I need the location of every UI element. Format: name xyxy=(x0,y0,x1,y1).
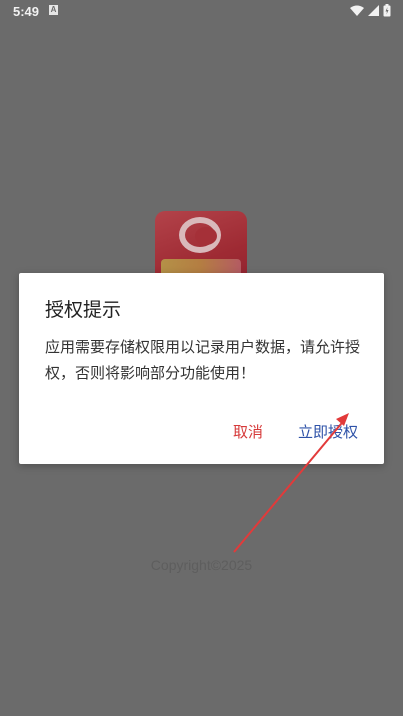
status-bar: 5:49 A xyxy=(0,0,403,24)
status-icons xyxy=(350,4,391,17)
cancel-button[interactable]: 取消 xyxy=(233,419,263,444)
permission-dialog: 授权提示 应用需要存储权限用以记录用户数据，请允许授权，否则将影响部分功能使用！… xyxy=(19,273,384,464)
status-time: 5:49 xyxy=(13,4,40,19)
grant-permission-button[interactable]: 立即授权 xyxy=(298,419,358,444)
wifi-icon xyxy=(350,5,364,16)
notification-a-icon: A xyxy=(49,5,58,15)
screen: 5:49 A Copyright©2025 授权提示 应用需要存储权限用以记录用… xyxy=(0,0,403,716)
logo-ring-cut xyxy=(195,227,217,245)
dialog-title: 授权提示 xyxy=(45,299,122,321)
signal-icon xyxy=(368,5,379,16)
copyright-text: Copyright©2025 xyxy=(150,557,253,573)
dialog-message: 应用需要存储权限用以记录用户数据，请允许授权，否则将影响部分功能使用！ xyxy=(45,338,361,382)
battery-icon xyxy=(383,4,391,17)
